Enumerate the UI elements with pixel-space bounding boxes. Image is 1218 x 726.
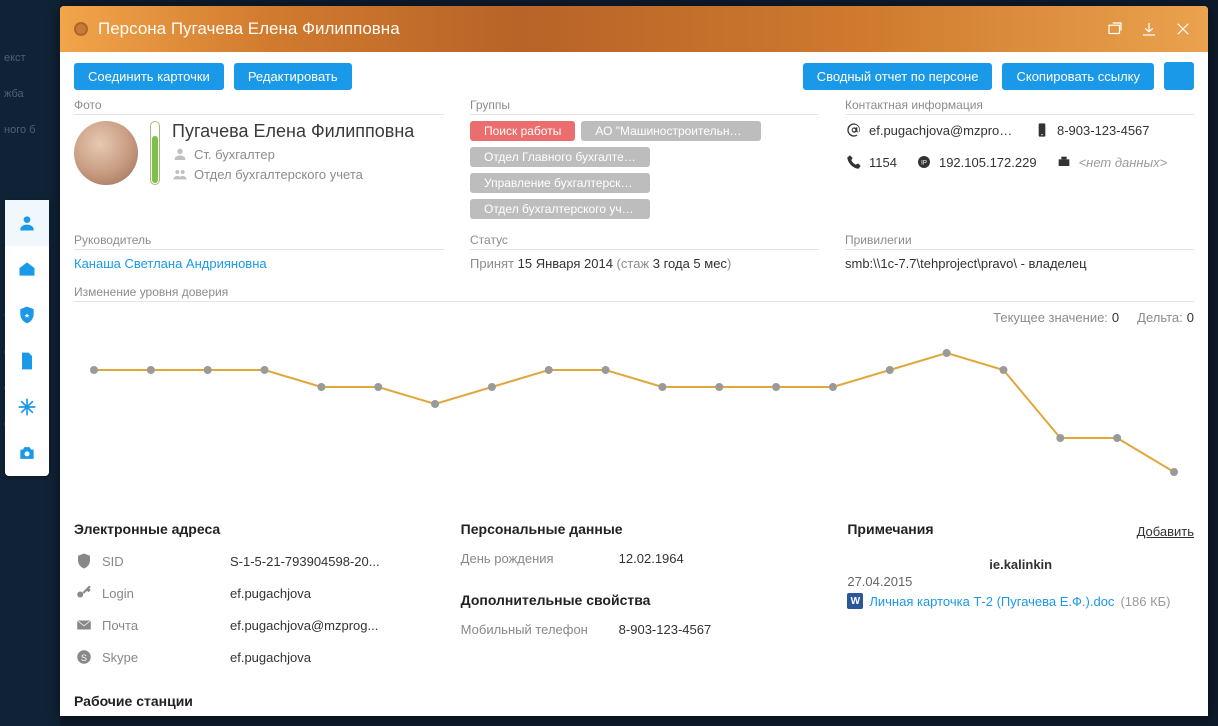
at-icon bbox=[845, 121, 863, 139]
group-pill[interactable]: Отдел Главного бухгалтера bbox=[470, 147, 650, 167]
svg-text:IP: IP bbox=[921, 161, 927, 167]
chart-readout: Текущее значение:0 Дельта:0 bbox=[993, 310, 1194, 325]
word-doc-icon: W bbox=[847, 593, 863, 609]
persona-card: Персона Пугачева Елена Филипповна Соедин… bbox=[60, 6, 1208, 716]
groups-list: Поиск работы АО "Машиностроительный з...… bbox=[470, 121, 819, 219]
skype-value: ef.pugachjova bbox=[230, 650, 421, 665]
privileges-text: smb:\\1c-7.7\tehproject\pravo\ - владеле… bbox=[845, 256, 1194, 271]
mobile-icon bbox=[1033, 121, 1051, 139]
trust-chart bbox=[74, 316, 1194, 492]
svg-text:S: S bbox=[81, 653, 87, 663]
window-download-icon[interactable] bbox=[1138, 18, 1160, 40]
section-privileges: Привилегии bbox=[845, 233, 1194, 250]
rail-camera-icon[interactable] bbox=[5, 430, 49, 476]
note-file-link[interactable]: Личная карточка Т-2 (Пугачева Е.Ф.).doc bbox=[869, 594, 1114, 609]
rail-document-icon[interactable] bbox=[5, 338, 49, 384]
notes-title: Примечания bbox=[847, 521, 933, 537]
upload-button[interactable] bbox=[1164, 62, 1194, 90]
shield-icon bbox=[74, 551, 94, 571]
phone-icon bbox=[845, 153, 863, 171]
person-name: Пугачева Елена Филипповна bbox=[172, 121, 414, 142]
contact-email: ef.pugachjova@mzprogress... bbox=[869, 123, 1015, 138]
merge-cards-button[interactable]: Соединить карточки bbox=[74, 63, 224, 90]
mail-value: ef.pugachjova@mzprog... bbox=[230, 618, 421, 633]
toolbar: Соединить карточки Редактировать Сводный… bbox=[60, 52, 1208, 98]
section-groups: Группы bbox=[470, 98, 819, 115]
contact-mobile: 8-903-123-4567 bbox=[1057, 123, 1150, 138]
key-icon bbox=[74, 583, 94, 603]
left-icon-rail bbox=[5, 200, 49, 476]
group-pill[interactable]: АО "Машиностроительный з... bbox=[581, 121, 761, 141]
note-user: ie.kalinkin bbox=[847, 557, 1194, 572]
group-pill[interactable]: Поиск работы bbox=[470, 121, 575, 141]
window-title: Персона Пугачева Елена Филипповна bbox=[98, 19, 400, 39]
login-value: ef.pugachjova bbox=[230, 586, 421, 601]
ap-title: Дополнительные свойства bbox=[461, 592, 808, 608]
avatar bbox=[74, 121, 138, 185]
section-manager: Руководитель bbox=[74, 233, 444, 250]
copy-link-button[interactable]: Скопировать ссылку bbox=[1002, 63, 1154, 90]
eaddr-title: Электронные адреса bbox=[74, 521, 421, 537]
contact-info: ef.pugachjova@mzprogress... 8-903-123-45… bbox=[845, 121, 1194, 171]
contact-ip: 192.105.172.229 bbox=[939, 155, 1037, 170]
add-note-link[interactable]: Добавить bbox=[1137, 524, 1194, 539]
status-dot-icon bbox=[74, 22, 88, 36]
group-icon bbox=[172, 166, 188, 182]
trust-gauge bbox=[150, 121, 160, 185]
rail-building-icon[interactable] bbox=[5, 246, 49, 292]
section-trust: Изменение уровня доверия bbox=[74, 285, 1194, 302]
person-icon bbox=[172, 146, 188, 162]
group-pill[interactable]: Управление бухгалтерского ... bbox=[470, 173, 650, 193]
skype-icon: S bbox=[74, 647, 94, 667]
contact-fax: <нет данных> bbox=[1079, 155, 1168, 170]
person-department: Отдел бухгалтерского учета bbox=[194, 167, 363, 182]
section-photo: Фото bbox=[74, 98, 444, 115]
summary-report-button[interactable]: Сводный отчет по персоне bbox=[803, 63, 993, 90]
section-status: Статус bbox=[470, 233, 819, 250]
group-pill[interactable]: Отдел бухгалтерского учета bbox=[470, 199, 650, 219]
edit-button[interactable]: Редактировать bbox=[234, 63, 352, 90]
contact-ext: 1154 bbox=[869, 155, 897, 170]
pd-title: Персональные данные bbox=[461, 521, 808, 537]
ws-title: Рабочие станции bbox=[74, 693, 421, 709]
rail-snowflake-icon[interactable] bbox=[5, 384, 49, 430]
section-contact: Контактная информация bbox=[845, 98, 1194, 115]
fax-icon bbox=[1055, 153, 1073, 171]
status-text: Принят 15 Января 2014 (стаж 3 года 5 мес… bbox=[470, 256, 819, 271]
note-file-size: (186 КБ) bbox=[1120, 594, 1170, 609]
title-bar: Персона Пугачева Елена Филипповна bbox=[60, 6, 1208, 52]
rail-person-icon[interactable] bbox=[5, 200, 49, 246]
note-date: 27.04.2015 bbox=[847, 574, 1194, 589]
mail-icon bbox=[74, 615, 94, 635]
window-close-icon[interactable] bbox=[1172, 18, 1194, 40]
sid-value: S-1-5-21-793904598-20... bbox=[230, 554, 421, 569]
ip-icon: IP bbox=[915, 153, 933, 171]
ap-mobile-value: 8-903-123-4567 bbox=[619, 622, 808, 637]
manager-link[interactable]: Канаша Светлана Андрияновна bbox=[74, 256, 267, 271]
dob-value: 12.02.1964 bbox=[619, 551, 808, 566]
rail-shield-icon[interactable] bbox=[5, 292, 49, 338]
window-popout-icon[interactable] bbox=[1104, 18, 1126, 40]
person-position: Ст. бухгалтер bbox=[194, 147, 275, 162]
